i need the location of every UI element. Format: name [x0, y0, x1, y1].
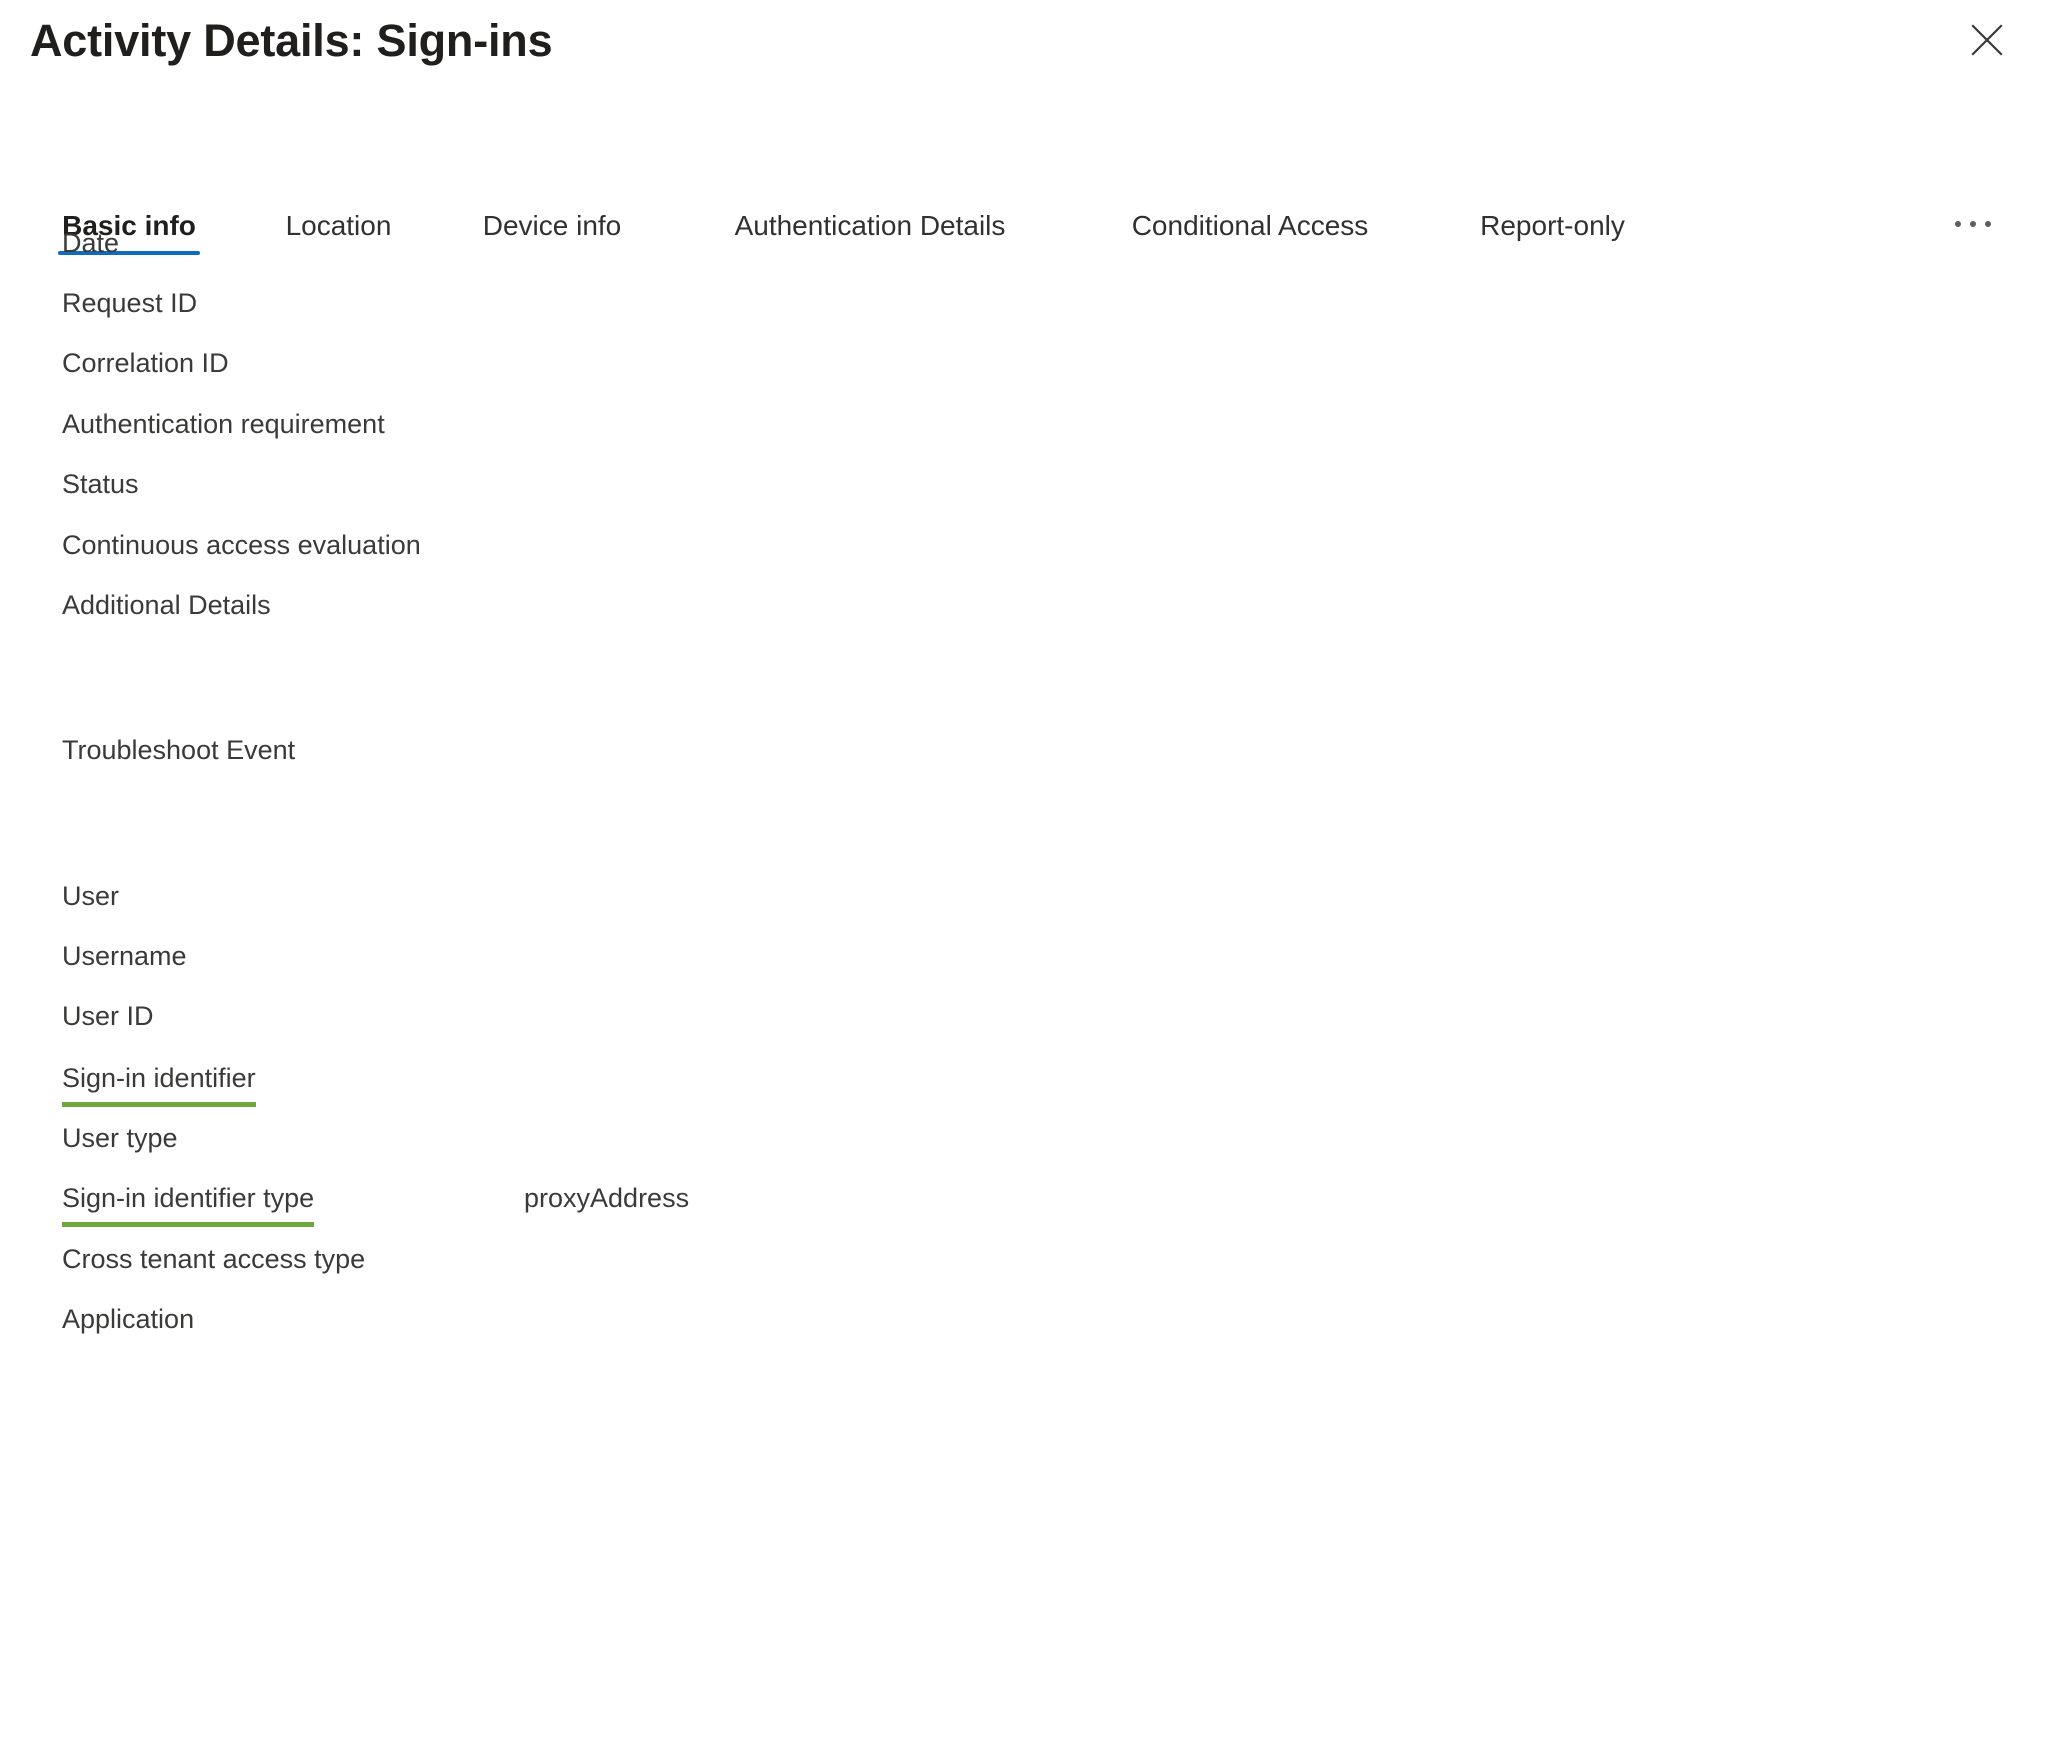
property-label: Status [62, 469, 139, 499]
property-label: User ID [62, 1001, 154, 1031]
property-label: Username [62, 941, 187, 971]
property-label: User [62, 881, 120, 911]
property-label: Authentication requirement [62, 409, 385, 439]
property-label: Cross tenant access type [62, 1244, 366, 1274]
property-row: Username [62, 936, 187, 976]
property-value: proxyAddress [524, 1183, 690, 1213]
property-label: User type [62, 1123, 178, 1153]
property-row: User [62, 876, 119, 916]
property-label: Sign-in identifier [62, 1058, 256, 1107]
property-row: Sign-in identifier [62, 1058, 256, 1107]
property-row: Application [62, 1299, 194, 1339]
property-row: Status [62, 464, 139, 504]
property-label: Application [62, 1304, 195, 1334]
property-label: Additional Details [62, 590, 271, 620]
property-label: Troubleshoot Event [62, 735, 296, 765]
property-label: Request ID [62, 288, 198, 318]
property-row: Request ID [62, 283, 197, 323]
property-row: Cross tenant access type [62, 1239, 365, 1279]
property-label: Sign-in identifier type [62, 1178, 315, 1227]
property-row: User ID [62, 996, 154, 1036]
property-row: Authentication requirement [62, 404, 385, 444]
property-label: Continuous access evaluation [62, 530, 421, 560]
property-label: Correlation ID [62, 348, 229, 378]
property-row: User type [62, 1118, 178, 1158]
property-row: Date [62, 223, 119, 263]
property-row: Correlation ID [62, 343, 229, 383]
property-row: Additional Details [62, 585, 271, 625]
property-row: Continuous access evaluation [62, 525, 421, 565]
basic-info-property-list: Date Request ID Correlation ID Authenticati… [0, 0, 2049, 1761]
property-row: Sign-in identifier type proxyAddress [62, 1178, 689, 1227]
property-label: Date [62, 228, 120, 258]
property-row: Troubleshoot Event [62, 730, 295, 770]
